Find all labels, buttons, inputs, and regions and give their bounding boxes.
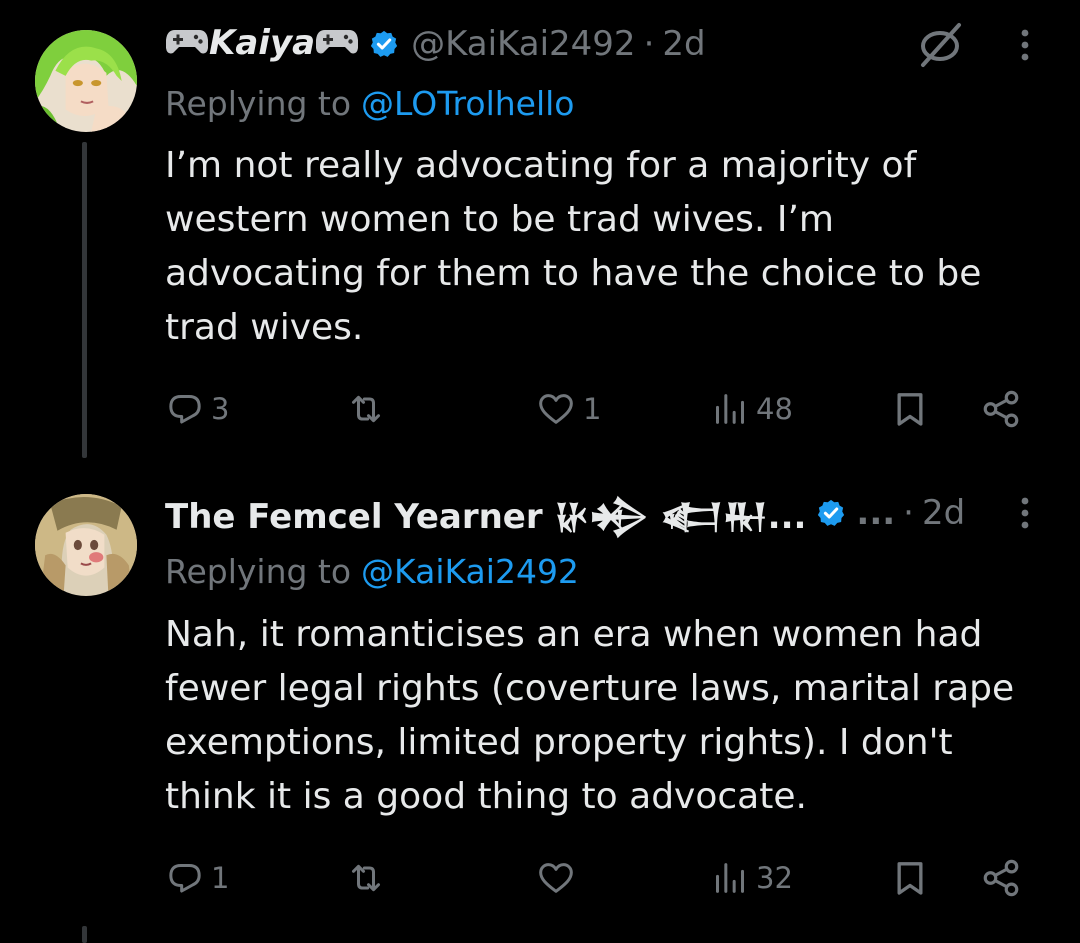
action-bar: 1 32 xyxy=(165,850,1040,906)
replying-to-mention[interactable]: @LOTrolhello xyxy=(361,84,574,123)
avatar[interactable] xyxy=(35,30,137,132)
timestamp[interactable]: 2d xyxy=(662,24,705,64)
tweet-header: Kaiya @KaiKai2492 · 2d xyxy=(165,19,706,69)
thread-line xyxy=(82,926,87,943)
repost-icon xyxy=(345,858,387,898)
display-name[interactable]: Kaiya xyxy=(165,23,359,65)
replying-to: Replying to @KaiKai2492 xyxy=(165,548,579,594)
separator-dot: · xyxy=(643,24,655,64)
heart-icon xyxy=(535,858,577,898)
views-button[interactable]: 48 xyxy=(710,381,793,437)
verified-badge-icon[interactable] xyxy=(816,498,846,528)
verified-badge-icon[interactable] xyxy=(369,29,399,59)
more-vertical-icon[interactable] xyxy=(1012,488,1038,538)
views-count: 48 xyxy=(756,392,793,426)
views-icon xyxy=(710,389,750,429)
like-count: 1 xyxy=(583,392,602,426)
game-controller-icon xyxy=(315,25,359,65)
tweet-text: I’m not really advocating for a majority… xyxy=(165,145,982,348)
repost-button[interactable] xyxy=(345,850,393,906)
action-bar: 3 1 48 xyxy=(165,381,1040,437)
share-icon xyxy=(980,388,1022,430)
tweet-text: Nah, it romanticises an era when women h… xyxy=(165,614,1015,817)
tweet-header: The Femcel Yearner 𒄩𒄈 𒅗𒊑... ... · 2d xyxy=(165,488,965,538)
hidden-reply-icon[interactable] xyxy=(915,20,965,70)
heart-icon xyxy=(535,389,577,429)
reply-count: 1 xyxy=(211,861,230,895)
handle-ellipsis: ... xyxy=(856,493,896,533)
replying-to: Replying to @LOTrolhello xyxy=(165,80,574,126)
share-button[interactable] xyxy=(980,850,1022,906)
views-icon xyxy=(710,858,750,898)
repost-icon xyxy=(345,389,387,429)
views-button[interactable]: 32 xyxy=(710,850,793,906)
separator-dot: · xyxy=(903,493,914,533)
user-handle[interactable]: @KaiKai2492 xyxy=(411,24,636,64)
replying-to-label: Replying to xyxy=(165,551,352,591)
display-name-text: Kaiya xyxy=(209,23,316,64)
share-button[interactable] xyxy=(980,381,1022,437)
reply-button[interactable]: 1 xyxy=(165,850,229,906)
views-count: 32 xyxy=(756,861,793,895)
like-button[interactable]: 1 xyxy=(535,381,601,437)
replying-to-label: Replying to xyxy=(165,83,352,123)
avatar[interactable] xyxy=(35,494,137,596)
game-controller-icon xyxy=(165,25,209,65)
thread-line xyxy=(82,142,87,458)
display-name[interactable]: The Femcel Yearner 𒄩𒄈 𒅗𒊑... xyxy=(165,475,806,552)
bookmark-icon xyxy=(890,387,930,431)
timestamp[interactable]: 2d xyxy=(922,493,965,533)
share-icon xyxy=(980,857,1022,899)
repost-button[interactable] xyxy=(345,381,393,437)
reply-count: 3 xyxy=(211,392,230,426)
bookmark-icon xyxy=(890,856,930,900)
reply-icon xyxy=(165,858,205,898)
bookmark-button[interactable] xyxy=(890,850,930,906)
replying-to-mention[interactable]: @KaiKai2492 xyxy=(361,552,579,591)
bookmark-button[interactable] xyxy=(890,381,930,437)
reply-button[interactable]: 3 xyxy=(165,381,229,437)
reply-icon xyxy=(165,389,205,429)
like-button[interactable] xyxy=(535,850,583,906)
more-vertical-icon[interactable] xyxy=(1012,20,1038,70)
